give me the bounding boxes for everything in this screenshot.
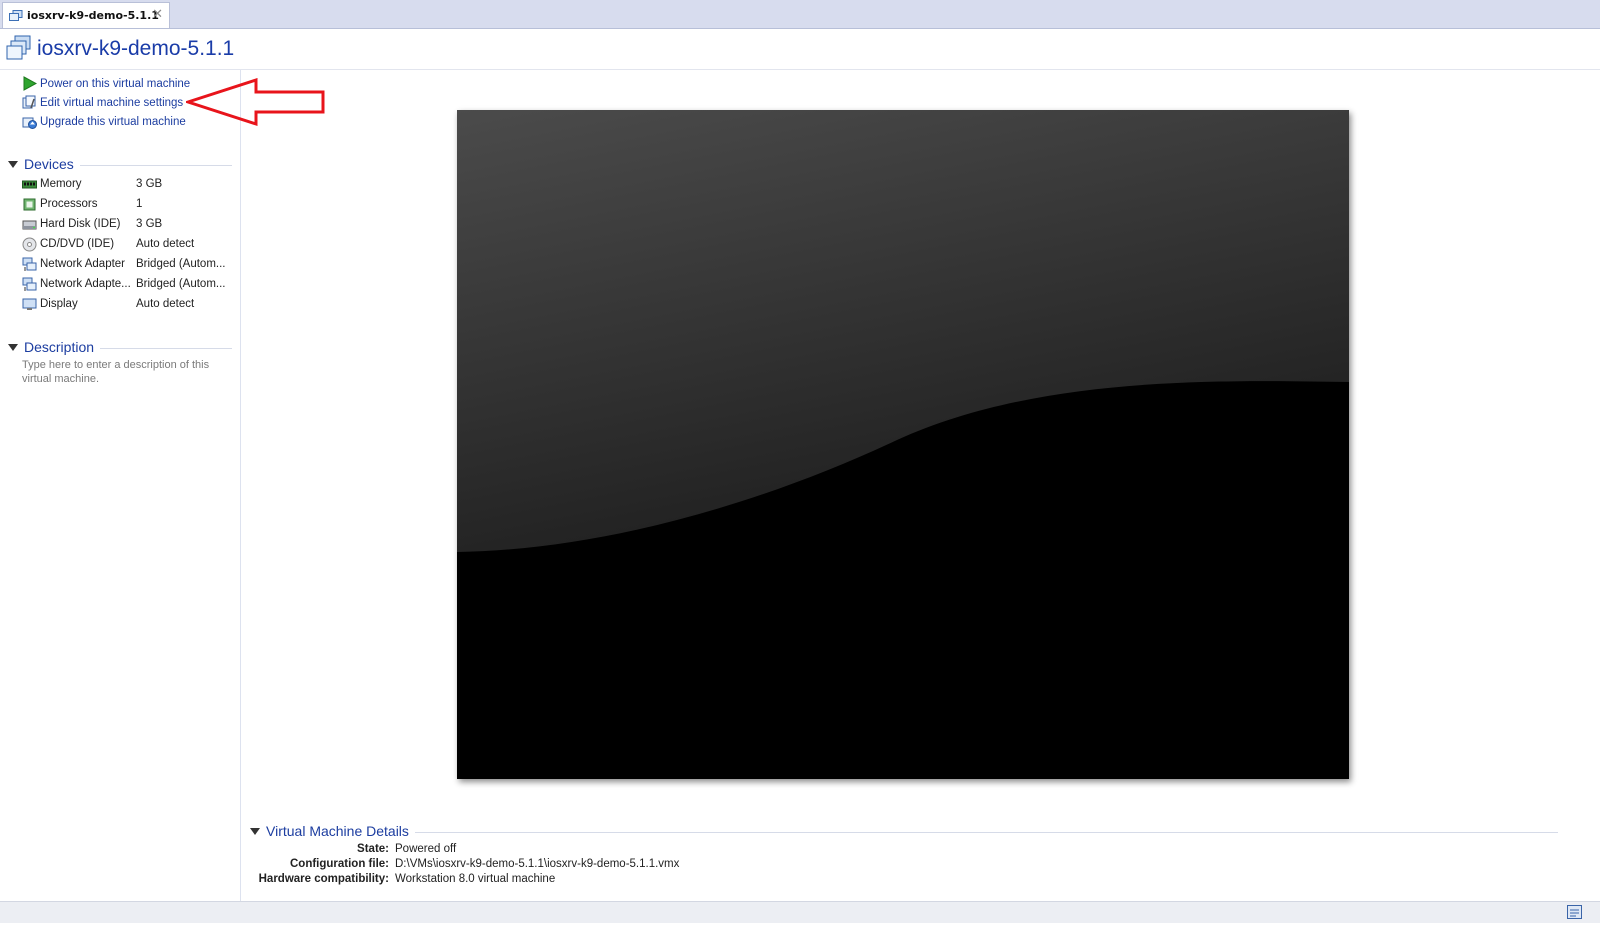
device-row-processors[interactable]: Processors 1 xyxy=(22,194,232,214)
vm-icon xyxy=(6,35,31,60)
vm-header: iosxrv-k9-demo-5.1.1 xyxy=(0,29,1600,70)
display-icon xyxy=(22,298,37,310)
section-divider xyxy=(414,831,1558,833)
devices-section-header[interactable]: Devices xyxy=(8,156,232,172)
devices-title: Devices xyxy=(24,156,74,172)
status-bar xyxy=(0,901,1600,923)
detail-key: State: xyxy=(357,843,389,855)
play-icon xyxy=(23,76,37,91)
vm-screen-preview[interactable] xyxy=(457,110,1349,779)
device-value: Auto detect xyxy=(136,298,195,310)
message-log-icon[interactable] xyxy=(1567,905,1582,919)
details-section-header[interactable]: Virtual Machine Details xyxy=(250,823,1558,839)
collapse-triangle-icon[interactable] xyxy=(250,827,260,835)
device-name: Display xyxy=(40,298,78,310)
upgrade-label: Upgrade this virtual machine xyxy=(40,115,186,128)
page-title: iosxrv-k9-demo-5.1.1 xyxy=(37,37,235,60)
network-icon xyxy=(22,257,37,271)
detail-row-state: State: Powered off xyxy=(250,843,950,858)
device-value: 1 xyxy=(136,198,143,210)
power-on-label: Power on this virtual machine xyxy=(40,77,191,90)
network-icon xyxy=(22,277,37,291)
device-row-display[interactable]: Display Auto detect xyxy=(22,294,232,314)
detail-value: Powered off xyxy=(395,843,457,855)
details-title: Virtual Machine Details xyxy=(266,823,409,839)
tab-bar: iosxrv-k9-demo-5.1.1 ✕ xyxy=(0,0,1600,29)
close-icon[interactable]: ✕ xyxy=(152,7,163,22)
detail-row-config: Configuration file: D:\VMs\iosxrv-k9-dem… xyxy=(250,858,950,873)
device-row-network-1[interactable]: Network Adapter Bridged (Autom... xyxy=(22,254,232,274)
device-value: Auto detect xyxy=(136,238,195,250)
vm-tab-icon xyxy=(9,9,23,21)
edit-settings-label: Edit virtual machine settings xyxy=(40,96,184,109)
memory-icon xyxy=(22,180,37,188)
device-name: Memory xyxy=(40,178,82,190)
collapse-triangle-icon[interactable] xyxy=(8,160,18,168)
device-row-harddisk[interactable]: Hard Disk (IDE) 3 GB xyxy=(22,214,232,234)
device-value: Bridged (Autom... xyxy=(136,278,226,290)
tab-title: iosxrv-k9-demo-5.1.1 xyxy=(27,9,159,22)
upgrade-link[interactable]: Upgrade this virtual machine xyxy=(22,114,186,129)
section-divider xyxy=(79,164,232,166)
edit-settings-link[interactable]: Edit virtual machine settings xyxy=(22,95,183,110)
device-name: Network Adapte... xyxy=(40,278,131,290)
cdrom-icon xyxy=(22,237,37,251)
device-row-network-2[interactable]: Network Adapte... Bridged (Autom... xyxy=(22,274,232,294)
detail-key: Hardware compatibility: xyxy=(258,873,389,885)
annotation-arrow-icon xyxy=(186,78,325,127)
description-section-header[interactable]: Description xyxy=(8,339,232,355)
settings-icon xyxy=(22,95,36,109)
detail-row-compat: Hardware compatibility: Workstation 8.0 … xyxy=(250,873,950,888)
description-title: Description xyxy=(24,339,95,355)
upgrade-icon xyxy=(22,117,37,129)
power-on-link[interactable]: Power on this virtual machine xyxy=(22,76,190,91)
processor-icon xyxy=(23,198,36,210)
device-name: CD/DVD (IDE) xyxy=(40,238,115,250)
device-name: Network Adapter xyxy=(40,258,126,270)
device-name: Hard Disk (IDE) xyxy=(40,218,121,230)
tab-vm[interactable]: iosxrv-k9-demo-5.1.1 ✕ xyxy=(2,2,170,28)
device-value: 3 GB xyxy=(136,218,163,230)
detail-key: Configuration file: xyxy=(289,858,389,870)
description-field[interactable]: Type here to enter a description of this… xyxy=(22,358,232,386)
device-row-memory[interactable]: Memory 3 GB xyxy=(22,174,232,194)
detail-value: Workstation 8.0 virtual machine xyxy=(395,873,556,885)
harddisk-icon xyxy=(22,220,37,229)
sidebar: Power on this virtual machine Edit virtu… xyxy=(0,70,241,918)
device-row-cdrom[interactable]: CD/DVD (IDE) Auto detect xyxy=(22,234,232,254)
detail-value: D:\VMs\iosxrv-k9-demo-5.1.1\iosxrv-k9-de… xyxy=(395,858,680,870)
section-divider xyxy=(100,347,232,349)
collapse-triangle-icon[interactable] xyxy=(8,343,18,351)
device-value: Bridged (Autom... xyxy=(136,258,226,270)
device-value: 3 GB xyxy=(136,178,163,190)
device-name: Processors xyxy=(40,198,98,210)
